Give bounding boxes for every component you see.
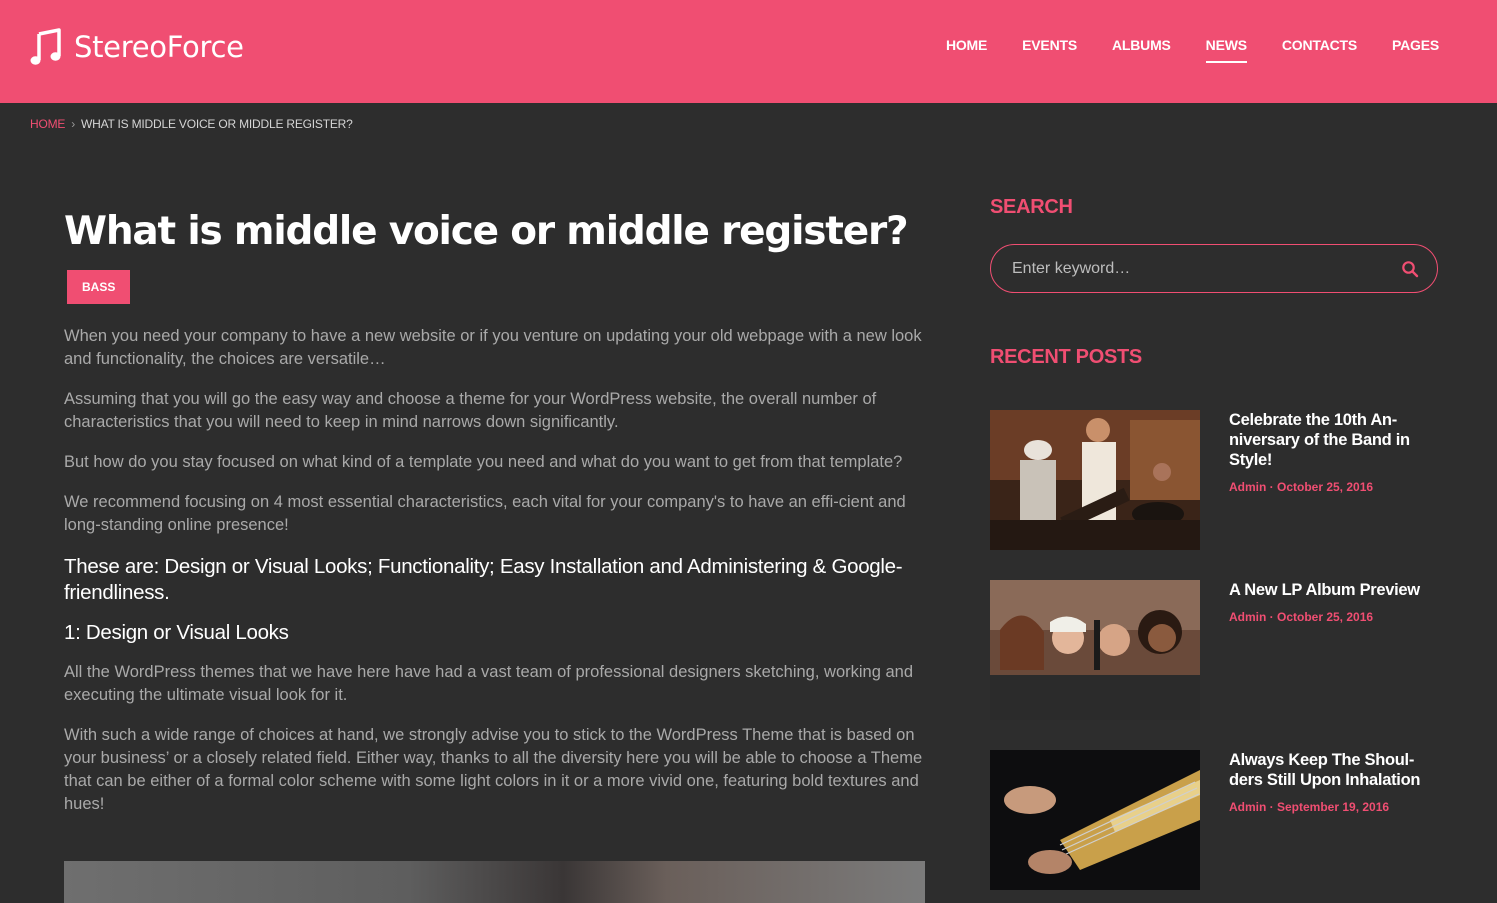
- site-header: StereoForce HOME EVENTS ALBUMS NEWS CONT…: [0, 0, 1497, 103]
- breadcrumb-current: WHAT IS MIDDLE VOICE OR MIDDLE REGISTER?: [81, 117, 353, 131]
- nav-pages[interactable]: PAGES: [1392, 37, 1439, 63]
- main-nav: HOME EVENTS ALBUMS NEWS CONTACTS PAGES: [911, 37, 1439, 63]
- article-highlight: These are: Design or Visual Looks; Funct…: [64, 555, 903, 604]
- post-thumbnail[interactable]: [990, 410, 1200, 550]
- article-paragraph: When you need your company to have a new…: [64, 327, 922, 368]
- post-meta: Admin · October 25, 2016: [1229, 610, 1374, 624]
- article-image: [64, 861, 925, 903]
- post-title[interactable]: Always Keep The Shoul-ders Still Upon In…: [1229, 750, 1434, 790]
- recent-post[interactable]: Always Keep The Shoul-ders Still Upon In…: [990, 750, 1440, 890]
- post-thumbnail[interactable]: [990, 580, 1200, 720]
- nav-albums[interactable]: ALBUMS: [1112, 37, 1171, 63]
- breadcrumb: HOME › WHAT IS MIDDLE VOICE OR MIDDLE REGI…: [30, 117, 353, 131]
- page-title: What is middle voice or middle register?: [64, 209, 909, 254]
- article-paragraph: We recommend focusing on 4 most essentia…: [64, 493, 906, 534]
- sidebar: SEARCH: [990, 196, 1440, 293]
- search-icon[interactable]: [1401, 260, 1419, 278]
- nav-events[interactable]: EVENTS: [1022, 37, 1077, 63]
- brand-name: StereoForce: [74, 30, 244, 64]
- recent-post[interactable]: A New LP Album Preview Admin · October 2…: [990, 580, 1440, 720]
- recent-post[interactable]: Celebrate the 10th An-niversary of the B…: [990, 410, 1440, 550]
- post-meta: Admin · September 19, 2016: [1229, 800, 1390, 814]
- search-widget-title: SEARCH: [990, 196, 1073, 218]
- category-tag[interactable]: BASS: [67, 270, 131, 304]
- nav-home[interactable]: HOME: [946, 37, 987, 63]
- nav-news[interactable]: NEWS: [1205, 37, 1247, 63]
- article-paragraph: All the WordPress themes that we have he…: [64, 663, 913, 704]
- recent-posts-title: RECENT POSTS: [990, 346, 1142, 368]
- article-paragraph: Assuming that you will go the easy way a…: [64, 390, 877, 431]
- nav-contacts[interactable]: CONTACTS: [1282, 37, 1357, 63]
- music-note-icon: [30, 28, 61, 65]
- breadcrumb-separator: ›: [71, 117, 75, 131]
- article-paragraph: With such a wide range of choices at han…: [64, 726, 923, 813]
- search-box: [990, 244, 1438, 293]
- article-subheading: 1: Design or Visual Looks: [64, 621, 289, 644]
- site-logo[interactable]: StereoForce: [30, 28, 244, 66]
- breadcrumb-home-link[interactable]: HOME: [30, 117, 65, 131]
- post-title[interactable]: Celebrate the 10th An-niversary of the B…: [1229, 410, 1434, 470]
- article-paragraph: But how do you stay focused on what kind…: [64, 453, 903, 471]
- search-input[interactable]: [1010, 256, 1384, 282]
- post-thumbnail[interactable]: [990, 750, 1200, 890]
- article: What is middle voice or middle register?…: [64, 208, 926, 833]
- post-title[interactable]: A New LP Album Preview: [1229, 580, 1434, 600]
- post-meta: Admin · October 25, 2016: [1229, 480, 1374, 494]
